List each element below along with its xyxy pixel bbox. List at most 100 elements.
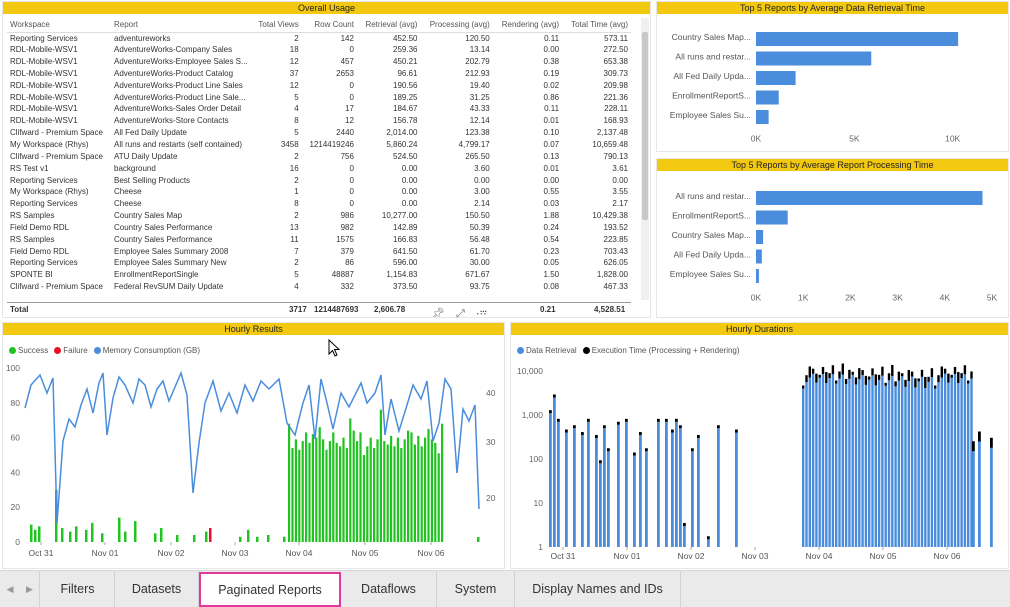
table-row[interactable]: RDL-Mobile-WSV1 AdventureWorks-Product Li… [7, 91, 631, 103]
data-retrieval-bar [595, 438, 598, 547]
table-cell: All Fed Daily Update [114, 128, 187, 138]
tab-scroll-left-icon[interactable]: ◀ [0, 571, 20, 607]
focus-mode-icon[interactable]: ⤢ [456, 308, 465, 317]
tab-paginated-reports[interactable]: Paginated Reports [199, 572, 341, 607]
tab-scroll-right-icon[interactable]: ▶ [20, 571, 40, 607]
table-row[interactable]: Reporting Services Employee Sales Summary… [7, 257, 631, 269]
table-cell: 1.50 [543, 270, 560, 280]
top5-retrieval-panel: Top 5 Reports by Average Data Retrieval … [656, 1, 1009, 152]
table-row[interactable]: RDL-Mobile-WSV1 AdventureWorks-Product Ca… [7, 68, 631, 80]
table-cell: 1.88 [543, 211, 560, 221]
tab-filters[interactable]: Filters [41, 571, 115, 607]
column-header[interactable]: Report [111, 18, 251, 33]
legend-label[interactable]: Failure [63, 346, 87, 355]
table-cell: AdventureWorks-Product Line Sale... [114, 92, 246, 102]
table-row[interactable]: RS Samples Country Sales Performance 11 157… [7, 233, 631, 245]
legend-label[interactable]: Success [18, 346, 48, 355]
execution-time-bar [894, 381, 897, 387]
column-header[interactable]: Row Count [301, 18, 357, 33]
tab-dataflows[interactable]: Dataflows [341, 571, 437, 607]
y2-tick-label: 40 [486, 388, 496, 398]
table-cell: 50.39 [469, 222, 490, 232]
table-row[interactable]: RDL-Mobile-WSV1 AdventureWorks-Employee S… [7, 56, 631, 68]
execution-time-bar [735, 429, 738, 433]
table-cell: AdventureWorks-Company Sales [114, 45, 233, 55]
table-row[interactable]: My Workspace (Rhys) Cheese 1 0 0.00 3.00 0.55 3… [7, 186, 631, 198]
column-header[interactable]: Total Time (avg) [562, 18, 631, 33]
table-cell: 0.01 [543, 116, 560, 126]
table-row[interactable]: Clifward - Premium Space ATU Daily Update… [7, 150, 631, 162]
data-retrieval-bar [553, 397, 556, 547]
execution-time-bar [587, 418, 590, 422]
execution-time-bar [818, 374, 821, 378]
table-cell: AdventureWorks-Employee Sales S... [114, 57, 248, 67]
table-cell: 10,659.48 [592, 140, 628, 150]
tab-system[interactable]: System [437, 571, 515, 607]
table-cell: 0.08 [543, 282, 560, 292]
column-header[interactable]: Processing (avg) [420, 18, 493, 33]
more-options-icon[interactable]: ⋯ [476, 308, 487, 317]
table-row[interactable]: RDL-Mobile-WSV1 AdventureWorks-Store Cont… [7, 115, 631, 127]
hourly-durations-chart: 1 10 100 1,000 10,000 Oct 31 Nov 01 Nov 02 Nov 0… [517, 363, 993, 561]
pin-icon[interactable]: 📌︎ [431, 308, 445, 317]
data-retrieval-bar [851, 374, 854, 547]
column-header[interactable]: Rendering (avg) [492, 18, 563, 33]
data-retrieval-bar [963, 374, 967, 547]
success-bar [322, 439, 325, 542]
execution-time-bar [927, 376, 930, 382]
table-cell: background [114, 163, 156, 173]
table-cell: 0.11 [544, 104, 560, 114]
legend-label[interactable]: Execution Time (Processing + Rendering) [592, 346, 740, 355]
table-row[interactable]: RDL-Mobile-WSV1 AdventureWorks-Sales Orde… [7, 103, 631, 115]
execution-time-bar [960, 373, 963, 379]
table-cell: 0 [349, 199, 354, 209]
data-retrieval-bar [639, 435, 642, 547]
column-header[interactable]: Total Views [251, 18, 302, 33]
table-row[interactable]: RS Samples Country Sales Map 2 986 10,277.00… [7, 210, 631, 222]
success-bar [311, 434, 314, 542]
success-bar [301, 441, 304, 542]
x-tick-label: Nov 01 [92, 548, 119, 558]
table-row[interactable]: Field Demo RDL Employee Sales Summary 200… [7, 245, 631, 257]
column-header[interactable]: Retrieval (avg) [356, 18, 421, 33]
table-row[interactable]: SPONTE BI EnrollmentReportSingle 5 48887 1,1… [7, 269, 631, 281]
table-row[interactable]: Field Demo RDL Country Sales Performance 1… [7, 222, 631, 234]
table-cell: Cheese [114, 199, 142, 209]
table-cell: 0.03 [543, 199, 560, 209]
top5-processing-panel: Top 5 Reports by Average Report Processi… [656, 158, 1009, 318]
x-tick-label: Nov 05 [870, 551, 897, 561]
table-row[interactable]: Reporting Services Best Selling Products 2… [7, 174, 631, 186]
table-cell: 2 [294, 151, 299, 161]
table-row[interactable]: Clifward - Premium Space All Fed Daily Up… [7, 127, 631, 139]
tab-display-names-and-ids[interactable]: Display Names and IDs [515, 571, 681, 607]
table-row[interactable]: Reporting Services Cheese 8 0 0.00 2.14 0.03 2.… [7, 198, 631, 210]
table-row[interactable]: Reporting Services adventureworks 2 142 452.… [7, 32, 631, 44]
tab-datasets[interactable]: Datasets [115, 571, 199, 607]
table-row[interactable]: My Workspace (Rhys) All runs and restarts… [7, 139, 631, 151]
execution-time-bar [963, 365, 967, 375]
table-cell: Employee Sales Summary 2008 [114, 246, 229, 256]
success-bar [85, 529, 88, 542]
hourly-results-chart: 0 20 40 60 80 100 20 30 40 Oct 31 Nov 01 Nov 02 Nov … [6, 363, 496, 558]
legend-label[interactable]: Memory Consumption (GB) [103, 346, 200, 355]
table-row[interactable]: RDL-Mobile-WSV1 AdventureWorks-Product Li… [7, 79, 631, 91]
x-tick-label: 1K [798, 293, 809, 303]
data-retrieval-bar [907, 381, 910, 547]
table-row[interactable]: RDL-Mobile-WSV1 AdventureWorks-Company Sa… [7, 44, 631, 56]
table-cell: 1,828.00 [596, 270, 628, 280]
table-cell: AdventureWorks-Product Line Sales [114, 80, 243, 90]
table-cell: 5 [294, 128, 299, 138]
success-bar [305, 432, 308, 542]
total-rows: 1214487693 [314, 305, 359, 314]
table-row[interactable]: RS Test v1 background 16 0 0.00 3.60 0.01 3.61 [7, 162, 631, 174]
table-cell: RS Test v1 [10, 163, 49, 173]
column-header[interactable]: Workspace [7, 18, 111, 33]
table-cell: 0.00 [543, 175, 560, 185]
success-bar [283, 536, 286, 542]
table-scrollbar[interactable] [642, 32, 648, 220]
execution-time-bar [831, 365, 835, 375]
table-row[interactable]: Clifward - Premium Space Federal RevSUM D… [7, 281, 631, 293]
legend-label[interactable]: Data Retrieval [526, 346, 577, 355]
data-retrieval-bar [978, 441, 981, 547]
data-retrieval-bar [901, 376, 904, 547]
